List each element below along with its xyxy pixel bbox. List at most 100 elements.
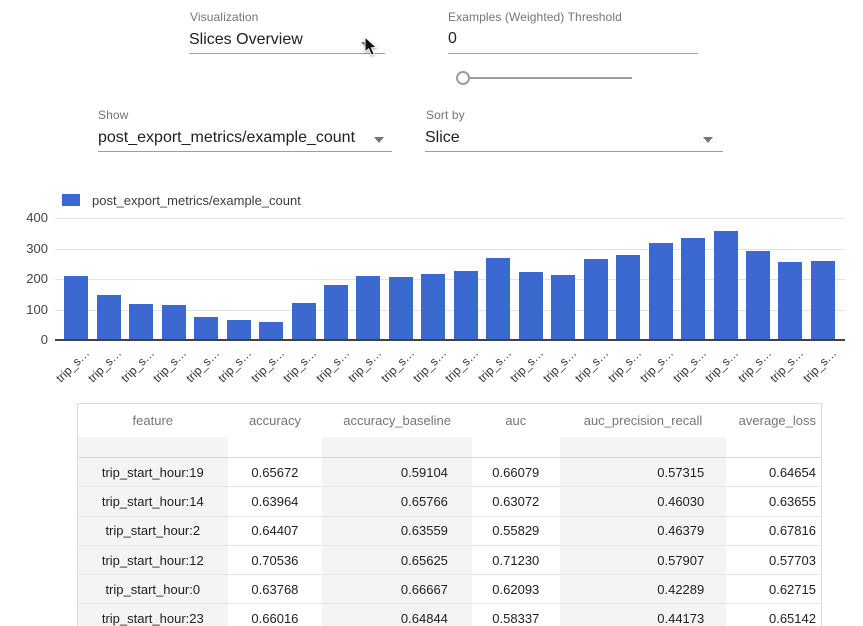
column-header-auc_precision_recall[interactable]: auc_precision_recall xyxy=(560,404,727,437)
table-cell: trip_start_hour:23 xyxy=(78,604,228,626)
table-cell: 0.70536 xyxy=(228,546,323,574)
table-cell: 0.63559 xyxy=(322,517,472,545)
table-filter-row xyxy=(78,437,821,458)
table-cell: 0.44173 xyxy=(560,604,727,626)
table-cell: trip_start_hour:0 xyxy=(78,575,228,603)
table-cell: trip_start_hour:14 xyxy=(78,487,228,515)
chart-bar[interactable] xyxy=(129,304,153,339)
table-cell: 0.62093 xyxy=(472,575,560,603)
chart-bar[interactable] xyxy=(519,272,543,339)
column-header-feature[interactable]: feature xyxy=(78,404,228,437)
chart-bar[interactable] xyxy=(486,258,510,339)
chart-bar[interactable] xyxy=(454,271,478,339)
x-axis-tick-label: trip_s… xyxy=(118,346,157,385)
x-axis-tick-label: trip_s… xyxy=(702,346,741,385)
chart-bar[interactable] xyxy=(811,261,835,339)
x-axis-tick-label: trip_s… xyxy=(378,346,417,385)
chart-bar[interactable] xyxy=(681,238,705,339)
y-axis-tick-label: 300 xyxy=(8,241,48,256)
table-cell: 0.42289 xyxy=(560,575,727,603)
column-header-accuracy_baseline[interactable]: accuracy_baseline xyxy=(322,404,472,437)
chart-bar[interactable] xyxy=(584,259,608,339)
x-axis-tick-label: trip_s… xyxy=(150,346,189,385)
x-axis-tick-label: trip_s… xyxy=(800,346,839,385)
chart-bar[interactable] xyxy=(421,274,445,339)
table-row: trip_start_hour:20.644070.635590.558290.… xyxy=(78,517,821,546)
chart-bar[interactable] xyxy=(616,255,640,339)
chart-bar[interactable] xyxy=(746,251,770,339)
table-cell: 0.57907 xyxy=(560,546,727,574)
chart-bar[interactable] xyxy=(227,320,251,339)
filter-cell xyxy=(472,437,560,457)
x-axis-tick-label: trip_s… xyxy=(605,346,644,385)
x-axis-tick-label: trip_s… xyxy=(735,346,774,385)
gridline xyxy=(55,218,845,219)
table-cell: trip_start_hour:2 xyxy=(78,517,228,545)
x-axis-tick-label: trip_s… xyxy=(637,346,676,385)
table-row: trip_start_hour:00.637680.666670.620930.… xyxy=(78,575,821,604)
table-row: trip_start_hour:190.656720.591040.660790… xyxy=(78,458,821,487)
x-axis-tick-label: trip_s… xyxy=(540,346,579,385)
table-cell: 0.63072 xyxy=(472,487,560,515)
y-axis-tick-label: 200 xyxy=(8,271,48,286)
table-row: trip_start_hour:120.705360.656250.712300… xyxy=(78,546,821,575)
x-axis-tick-label: trip_s… xyxy=(410,346,449,385)
x-axis-tick-label: trip_s… xyxy=(86,346,125,385)
chart-bar[interactable] xyxy=(356,276,380,339)
filter-cell xyxy=(322,437,472,457)
table-cell: 0.65625 xyxy=(322,546,472,574)
chart-bar[interactable] xyxy=(259,322,283,339)
y-axis-tick-label: 100 xyxy=(8,302,48,317)
chart-bar[interactable] xyxy=(324,285,348,339)
chart-bar[interactable] xyxy=(551,275,575,339)
table-cell: 0.65766 xyxy=(322,487,472,515)
x-axis-tick-label: trip_s… xyxy=(572,346,611,385)
chart-bar[interactable] xyxy=(292,303,316,339)
table-cell: 0.57703 xyxy=(726,546,821,574)
table-cell: 0.63655 xyxy=(726,487,821,515)
chart-bar[interactable] xyxy=(162,305,186,339)
table-cell: 0.64844 xyxy=(322,604,472,626)
table-cell: 0.63768 xyxy=(228,575,323,603)
x-axis-baseline xyxy=(55,339,845,341)
x-axis-tick-label: trip_s… xyxy=(53,346,92,385)
filter-cell xyxy=(228,437,323,457)
chart-bar[interactable] xyxy=(714,231,738,339)
table-cell: 0.65142 xyxy=(726,604,821,626)
chart-bar[interactable] xyxy=(778,262,802,339)
x-axis-tick-label: trip_s… xyxy=(248,346,287,385)
metrics-table: featureaccuracyaccuracy_baselineaucauc_p… xyxy=(77,403,822,626)
table-cell: 0.62715 xyxy=(726,575,821,603)
chart-bar[interactable] xyxy=(649,243,673,339)
table-cell: 0.59104 xyxy=(322,458,472,486)
table-cell: trip_start_hour:19 xyxy=(78,458,228,486)
column-header-accuracy[interactable]: accuracy xyxy=(228,404,323,437)
x-axis-tick-label: trip_s… xyxy=(507,346,546,385)
x-axis-tick-label: trip_s… xyxy=(475,346,514,385)
x-axis-tick-label: trip_s… xyxy=(280,346,319,385)
slices-overview-page: Visualization Slices Overview Examples (… xyxy=(0,0,863,626)
filter-cell xyxy=(78,437,228,457)
table-cell: 0.55829 xyxy=(472,517,560,545)
table-cell: 0.46379 xyxy=(560,517,727,545)
table-cell: 0.64654 xyxy=(726,458,821,486)
table-header-row: featureaccuracyaccuracy_baselineaucauc_p… xyxy=(78,404,821,437)
chart-bar[interactable] xyxy=(97,295,121,339)
chart-bar[interactable] xyxy=(194,317,218,339)
table-cell: 0.65672 xyxy=(228,458,323,486)
filter-cell xyxy=(726,437,821,457)
table-cell: 0.58337 xyxy=(472,604,560,626)
x-axis-tick-label: trip_s… xyxy=(767,346,806,385)
chart-bar[interactable] xyxy=(389,277,413,339)
table-cell: trip_start_hour:12 xyxy=(78,546,228,574)
column-header-auc[interactable]: auc xyxy=(472,404,560,437)
chart-bar[interactable] xyxy=(64,276,88,339)
x-axis-tick-label: trip_s… xyxy=(313,346,352,385)
table-row: trip_start_hour:230.660160.648440.583370… xyxy=(78,604,821,626)
table-cell: 0.64407 xyxy=(228,517,323,545)
x-axis-tick-label: trip_s… xyxy=(670,346,709,385)
column-header-average_loss[interactable]: average_loss xyxy=(726,404,821,437)
x-axis-tick-label: trip_s… xyxy=(215,346,254,385)
x-axis-tick-label: trip_s… xyxy=(345,346,384,385)
table-cell: 0.71230 xyxy=(472,546,560,574)
